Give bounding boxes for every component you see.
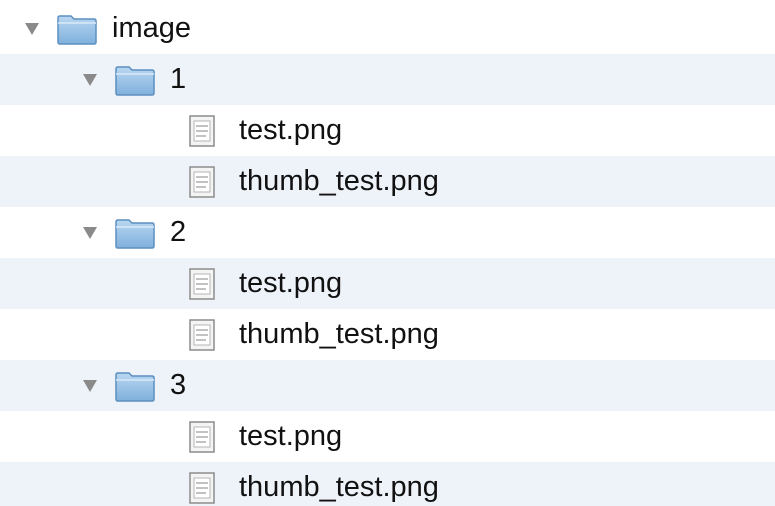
folder-label: 1 <box>170 63 187 95</box>
disclosure-triangle-down-icon[interactable] <box>82 73 98 87</box>
file-icon <box>187 114 217 148</box>
tree-row-file[interactable]: thumb_test.png <box>0 156 775 207</box>
disclosure-triangle-down-icon[interactable] <box>24 22 40 36</box>
tree-row-file[interactable]: test.png <box>0 258 775 309</box>
file-label: test.png <box>239 267 343 299</box>
disclosure-triangle-down-icon[interactable] <box>82 379 98 393</box>
file-icon <box>187 471 217 505</box>
tree-row-file[interactable]: thumb_test.png <box>0 462 775 506</box>
tree-row-folder-2[interactable]: 2 <box>0 207 775 258</box>
tree-row-file[interactable]: thumb_test.png <box>0 309 775 360</box>
tree-row-folder-3[interactable]: 3 <box>0 360 775 411</box>
file-label: thumb_test.png <box>239 471 439 503</box>
tree-row-folder-1[interactable]: 1 <box>0 54 775 105</box>
tree-row-file[interactable]: test.png <box>0 105 775 156</box>
folder-icon <box>114 370 156 402</box>
folder-label: 2 <box>170 216 187 248</box>
file-label: test.png <box>239 114 343 146</box>
folder-icon <box>114 217 156 249</box>
file-label: thumb_test.png <box>239 165 439 197</box>
file-icon <box>187 318 217 352</box>
file-icon <box>187 420 217 454</box>
folder-icon <box>114 64 156 96</box>
file-icon <box>187 165 217 199</box>
file-label: thumb_test.png <box>239 318 439 350</box>
disclosure-triangle-down-icon[interactable] <box>82 226 98 240</box>
file-label: test.png <box>239 420 343 452</box>
folder-icon <box>56 13 98 45</box>
tree-row-file[interactable]: test.png <box>0 411 775 462</box>
file-tree: image 1 test.png thumb_test.png 2 test.p… <box>0 0 775 506</box>
folder-label: image <box>112 12 191 44</box>
folder-label: 3 <box>170 369 187 401</box>
file-icon <box>187 267 217 301</box>
tree-row-folder-image[interactable]: image <box>0 3 775 54</box>
